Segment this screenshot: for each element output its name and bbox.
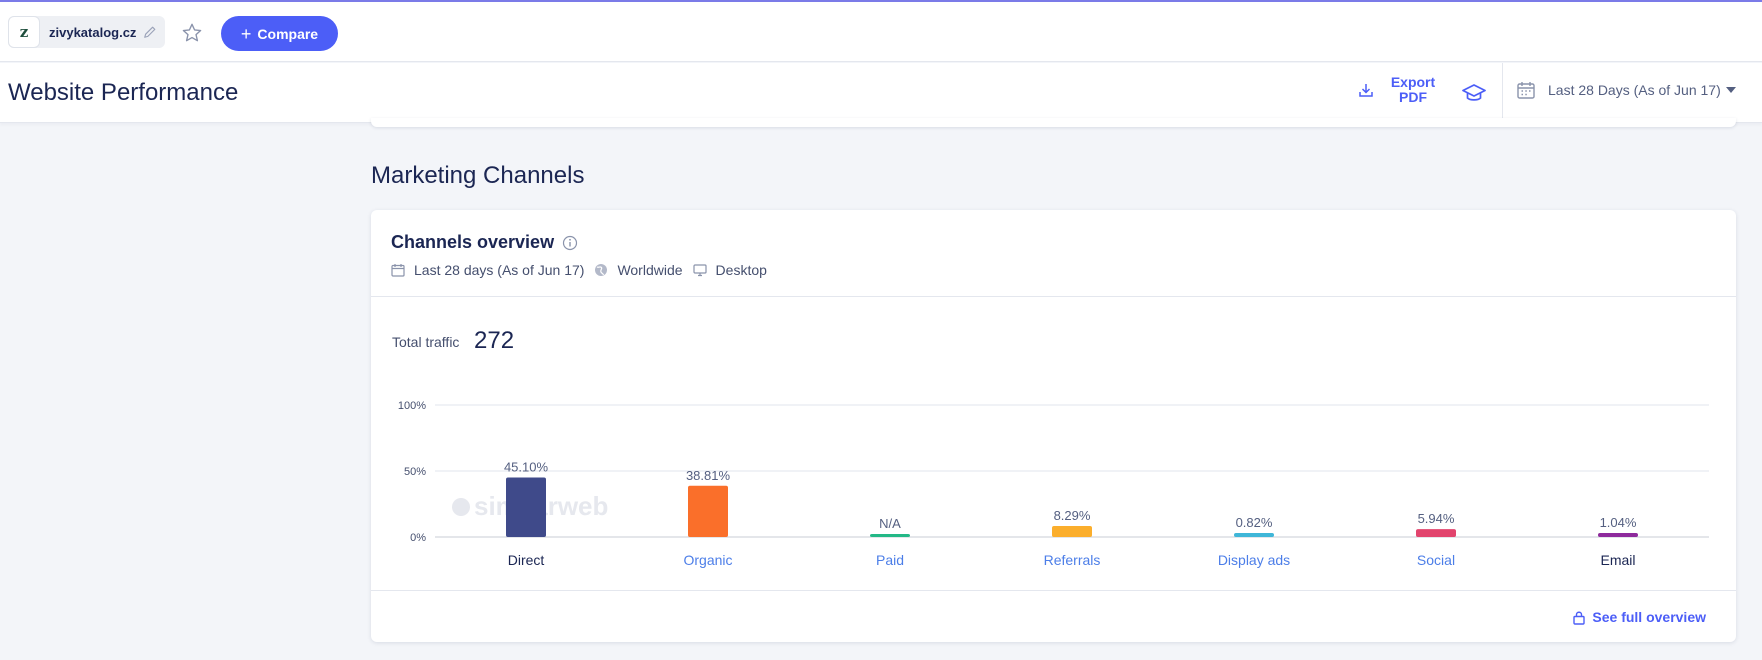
card-meta: Last 28 days (As of Jun 17) Worldwide De…: [391, 262, 777, 278]
category-label-direct: Direct: [508, 552, 545, 568]
meta-region: Worldwide: [617, 262, 683, 278]
meta-device: Desktop: [715, 262, 767, 278]
bar-paid[interactable]: [870, 534, 910, 537]
category-label-referrals[interactable]: Referrals: [1044, 552, 1101, 568]
channels-bar-chart: 100%50%0%similarweb45.10%Direct38.81%Org…: [398, 400, 1709, 568]
top-bar: z zivykatalog.cz + Compare: [0, 2, 1762, 62]
card-title-text: Channels overview: [391, 232, 555, 252]
date-range-picker[interactable]: Last 28 Days (As of Jun 17): [1516, 80, 1736, 100]
pencil-icon[interactable]: [143, 25, 157, 39]
bar-referrals[interactable]: [1052, 526, 1092, 537]
total-traffic-label: Total traffic: [392, 334, 460, 350]
calendar-icon: [391, 264, 405, 277]
meta-period: Last 28 days (As of Jun 17): [414, 262, 585, 278]
site-selector[interactable]: z zivykatalog.cz: [8, 16, 165, 48]
page-title: Website Performance: [8, 79, 239, 106]
info-icon[interactable]: [562, 235, 578, 251]
bar-display-ads[interactable]: [1234, 533, 1274, 537]
bar-value-label: 1.04%: [1600, 515, 1637, 530]
card-title: Channels overview: [391, 232, 578, 253]
bar-value-label: 38.81%: [686, 468, 731, 483]
plus-icon: +: [240, 23, 252, 44]
channels-overview-card: Channels overview Last 28 days (As of Ju…: [371, 210, 1736, 642]
globe-icon: [595, 264, 608, 276]
previous-card-edge: [371, 118, 1736, 127]
category-label-paid[interactable]: Paid: [876, 552, 904, 568]
y-tick-label: 50%: [404, 466, 426, 478]
card-divider: [371, 296, 1736, 297]
header-divider: [1502, 63, 1503, 123]
bar-email[interactable]: [1598, 533, 1638, 537]
compare-label: Compare: [257, 25, 319, 42]
page-header: Website Performance Export PDF Last 28 D…: [0, 63, 1762, 123]
bar-value-label: 5.94%: [1418, 511, 1455, 526]
bar-value-label: 0.82%: [1236, 515, 1273, 530]
bar-value-label: 8.29%: [1054, 508, 1091, 523]
chevron-down-icon: [1725, 87, 1736, 93]
bar-organic[interactable]: [688, 485, 728, 537]
calendar-icon: [1517, 82, 1535, 99]
download-icon: [1359, 84, 1373, 97]
graduation-cap-icon[interactable]: [1462, 82, 1486, 104]
similarweb-logo-icon: [452, 498, 470, 516]
y-tick-label: 0%: [410, 532, 426, 544]
bar-value-label: 45.10%: [504, 459, 549, 474]
date-range-label: Last 28 Days (As of Jun 17): [1548, 82, 1721, 98]
lock-icon: [1573, 611, 1586, 625]
export-pdf-button[interactable]: Export PDF: [1358, 75, 1438, 105]
bar-value-label: N/A: [879, 516, 901, 531]
bar-direct[interactable]: [506, 477, 546, 537]
category-label-organic[interactable]: Organic: [683, 552, 732, 568]
category-label-display-ads[interactable]: Display ads: [1218, 552, 1290, 568]
export-label: Export PDF: [1390, 74, 1436, 105]
category-label-social[interactable]: Social: [1417, 552, 1455, 568]
star-icon[interactable]: [181, 22, 203, 44]
compare-button[interactable]: + Compare: [221, 16, 338, 51]
category-label-email: Email: [1600, 552, 1635, 568]
y-tick-label: 100%: [398, 400, 426, 412]
site-name: zivykatalog.cz: [49, 24, 137, 40]
see-full-overview-link[interactable]: See full overview: [1572, 609, 1706, 625]
desktop-icon: [692, 264, 707, 277]
section-title: Marketing Channels: [371, 162, 585, 189]
see-full-overview-label: See full overview: [1592, 609, 1706, 625]
bar-social[interactable]: [1416, 529, 1456, 537]
total-traffic-value: 272: [474, 327, 515, 354]
card-footer-divider: [371, 590, 1736, 591]
site-favicon: z: [8, 16, 40, 48]
